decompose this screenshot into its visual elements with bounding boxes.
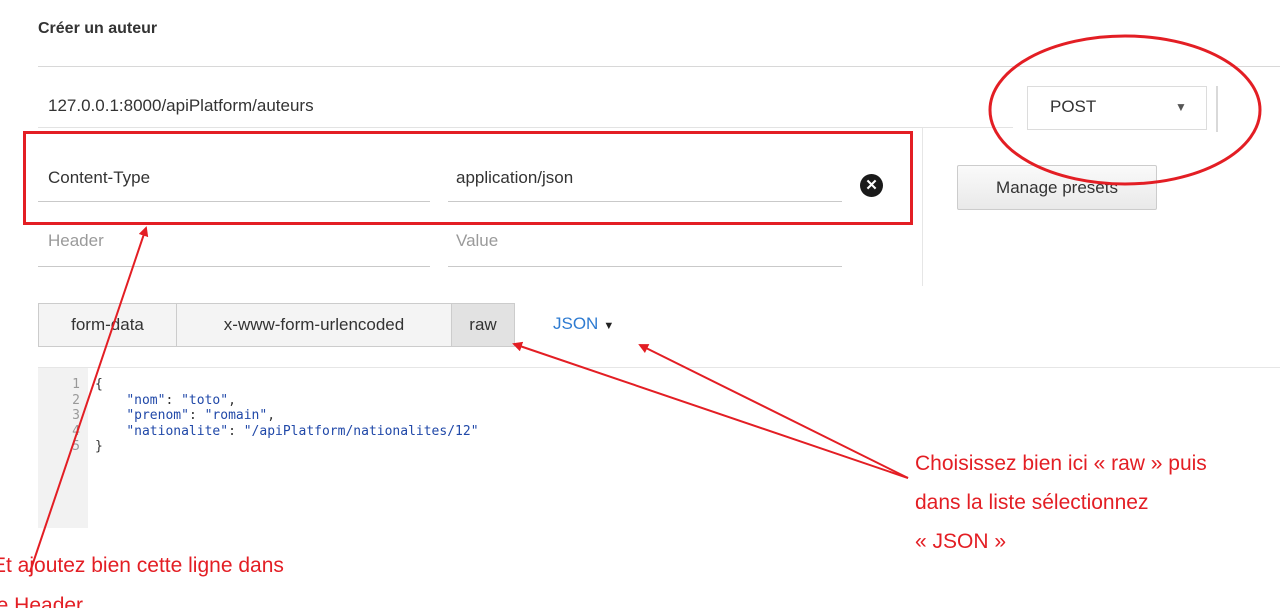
annotation-arrow <box>512 341 909 479</box>
annotation-line: « JSON » <box>915 530 1007 553</box>
method-select-value: POST <box>1050 97 1097 116</box>
annotation-line: Et ajoutez bien cette ligne dans <box>0 554 284 577</box>
code-line: "nationalite": "/apiPlatform/nationalite… <box>126 423 479 439</box>
annotation-arrow <box>638 344 909 479</box>
language-dropdown[interactable]: JSON ▼ <box>553 314 614 334</box>
json-value: "toto" <box>181 392 229 408</box>
code-line: "nom": "toto", <box>126 392 236 408</box>
url-input[interactable]: 127.0.0.1:8000/apiPlatform/auteurs <box>48 96 314 116</box>
tab-raw[interactable]: raw <box>451 303 515 347</box>
annotation-line: Choisissez bien ici « raw » puis <box>915 452 1207 475</box>
line-number: 1 <box>72 377 80 392</box>
code-line: "prenom": "romain", <box>126 408 276 423</box>
header-value-placeholder[interactable]: Value <box>456 231 498 251</box>
header-key-placeholder[interactable]: Header <box>48 231 104 251</box>
tab-form-data[interactable]: form-data <box>38 303 177 347</box>
annotation-highlight-box <box>23 131 913 225</box>
header-value-underline <box>448 266 842 267</box>
line-number: 4 <box>72 423 80 439</box>
caret-down-icon: ▼ <box>1175 100 1187 114</box>
page-title: Créer un auteur <box>38 20 158 37</box>
tab-x-www-form-urlencoded[interactable]: x-www-form-urlencoded <box>176 303 452 347</box>
annotation-line: le Header <box>0 594 84 608</box>
line-number: 2 <box>72 392 80 408</box>
divider <box>38 367 1280 368</box>
line-number: 5 <box>72 439 80 454</box>
body-mode-tabs: form-data x-www-form-urlencoded raw <box>38 303 515 347</box>
url-input-underline <box>38 127 1013 128</box>
json-value: "/apiPlatform/nationalites/12" <box>243 423 479 439</box>
header-key-underline <box>38 266 430 267</box>
divider <box>1216 86 1218 132</box>
json-brace: { <box>95 377 103 392</box>
divider <box>922 128 923 286</box>
annotation-note-right: Choisissez bien ici « raw » puis dans la… <box>915 444 1275 561</box>
json-brace: } <box>95 439 103 454</box>
annotation-line: dans la liste sélectionnez <box>915 491 1149 514</box>
request-builder: Créer un auteur 127.0.0.1:8000/apiPlatfo… <box>0 0 1280 608</box>
json-key: "prenom" <box>126 408 189 423</box>
annotation-note-left: Et ajoutez bien cette ligne dans le Head… <box>0 546 332 608</box>
json-value: "romain" <box>204 408 268 423</box>
manage-presets-button[interactable]: Manage presets <box>957 165 1157 210</box>
code-line: { <box>95 377 479 393</box>
line-number: 3 <box>72 408 80 423</box>
code-line: } <box>95 439 479 455</box>
line-numbers: 1 2 3 4 5 <box>58 377 80 455</box>
divider <box>38 66 1280 67</box>
json-key: "nationalite" <box>126 423 229 439</box>
json-key: "nom" <box>126 392 166 408</box>
code-editor[interactable]: { "nom": "toto", "prenom": "romain", "na… <box>95 377 479 455</box>
language-dropdown-label: JSON <box>553 314 599 333</box>
caret-down-icon: ▼ <box>603 320 615 332</box>
